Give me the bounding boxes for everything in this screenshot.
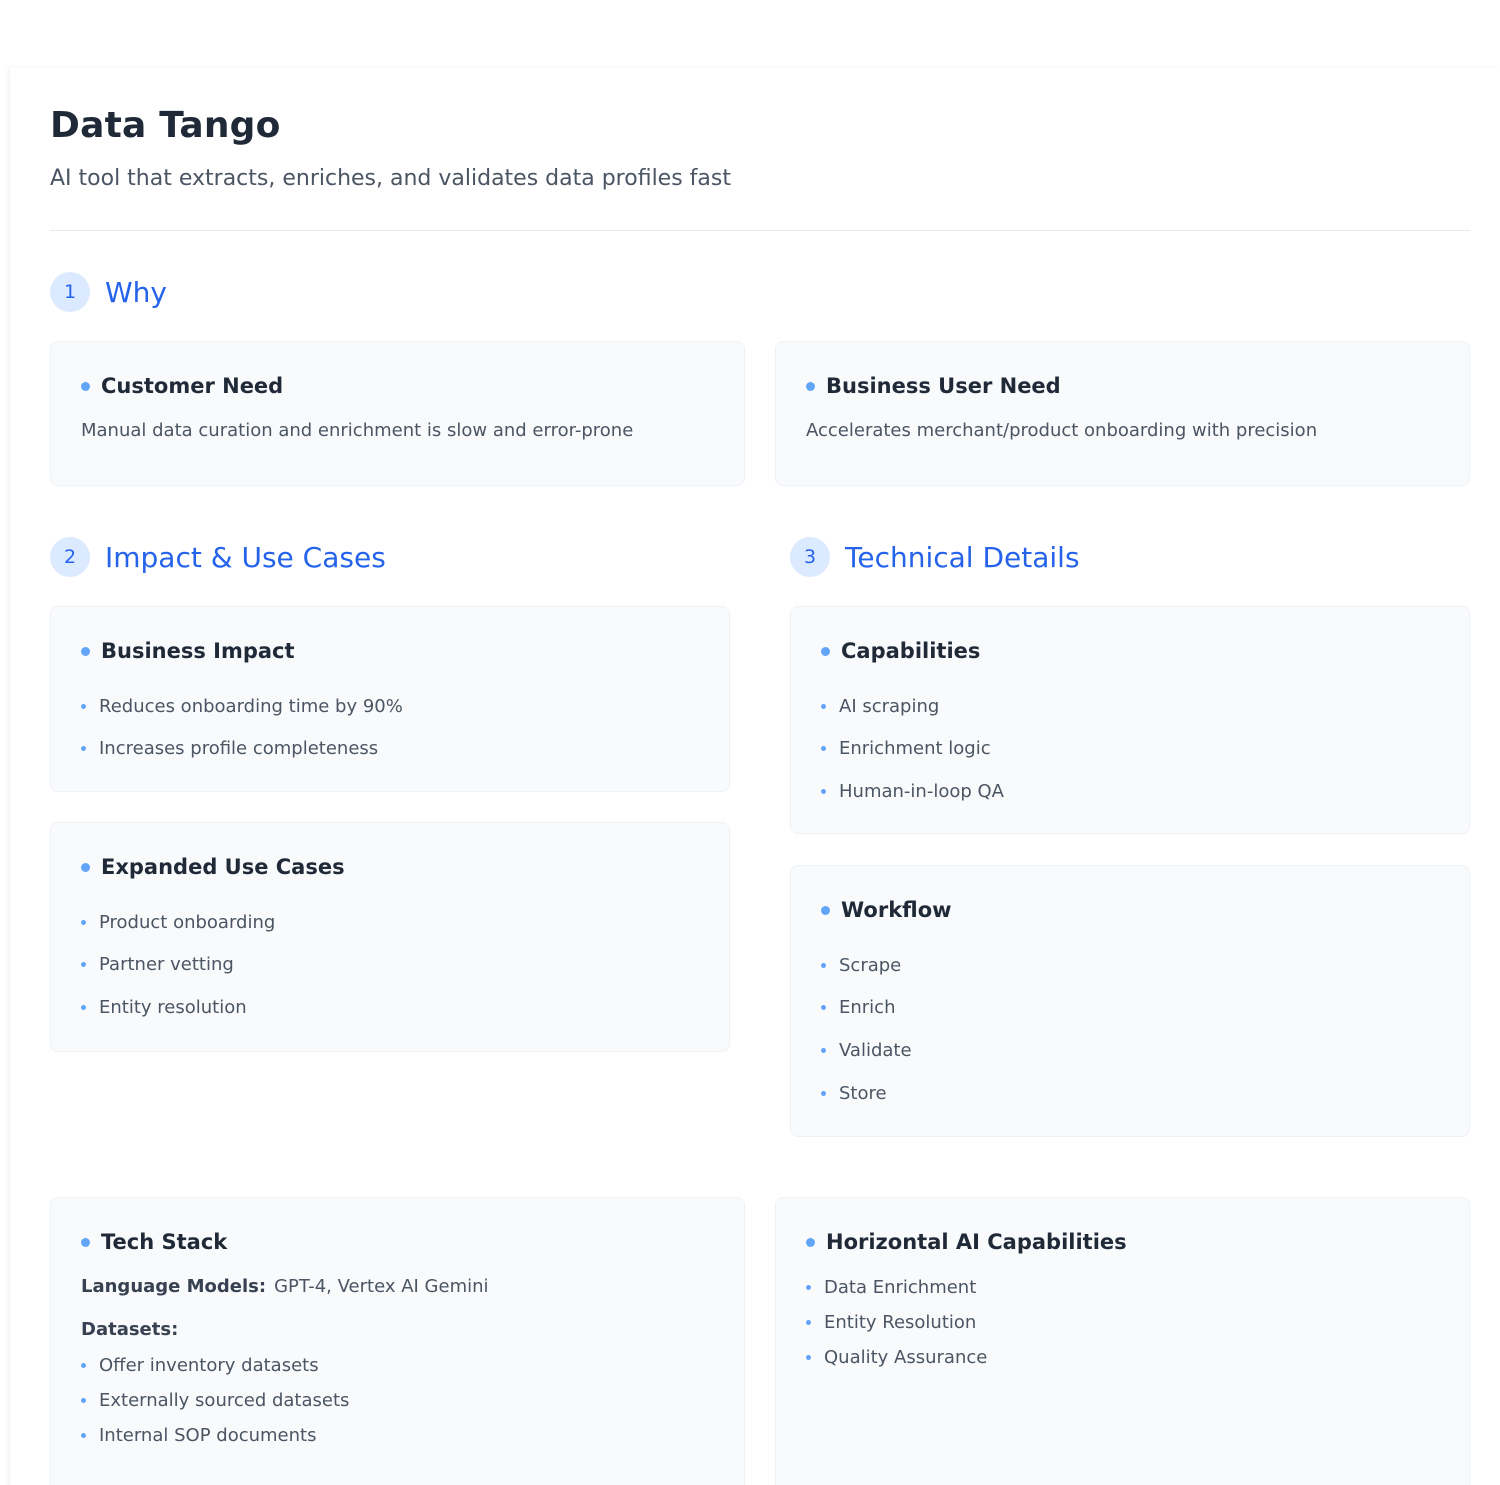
list-item: Scrape	[821, 944, 1439, 987]
list-item: Externally sourced datasets	[81, 1383, 714, 1418]
card-title: Workflow	[821, 898, 1439, 922]
horizontal-ai-card: Horizontal AI Capabilities Data Enrichme…	[775, 1197, 1470, 1485]
bullet-dot-icon	[821, 905, 830, 915]
section-number-badge: 2	[50, 537, 90, 577]
card-title: Expanded Use Cases	[81, 855, 699, 879]
card-text: Accelerates merchant/product onboarding …	[806, 420, 1318, 441]
language-models-value: GPT-4, Vertex AI Gemini	[274, 1276, 489, 1297]
section-impact-header: 2 Impact & Use Cases	[50, 537, 386, 577]
card-title: Tech Stack	[81, 1230, 714, 1254]
section-number-badge: 3	[790, 537, 830, 577]
bullet-dot-icon	[81, 746, 86, 752]
workflow-card: Workflow Scrape Enrich Validate Store	[790, 865, 1470, 1137]
bullet-dot-icon	[821, 646, 830, 656]
bullet-dot-icon	[81, 703, 86, 709]
bullet-dot-icon	[821, 1090, 826, 1096]
bullet-dot-icon	[81, 862, 90, 872]
bullet-dot-icon	[81, 646, 90, 656]
bullet-dot-icon	[81, 1004, 86, 1010]
list-item: Enrichment logic	[821, 728, 1439, 771]
list-item: Increases profile completeness	[81, 728, 699, 771]
section-why-header: 1 Why	[50, 272, 167, 312]
section-number-badge: 1	[50, 272, 90, 312]
list-item: AI scraping	[821, 685, 1439, 728]
list-item: Store	[821, 1072, 1439, 1115]
list-item: Enrich	[821, 987, 1439, 1030]
card-title: Customer Need	[81, 374, 714, 398]
language-models-label: Language Models:	[81, 1276, 267, 1297]
document-subtitle: AI tool that extracts, enriches, and val…	[50, 166, 731, 191]
bullet-dot-icon	[821, 703, 826, 709]
section-title: Why	[105, 275, 168, 309]
datasets-list: Offer inventory datasets Externally sour…	[81, 1348, 714, 1453]
list-item: Quality Assurance	[806, 1340, 1439, 1375]
bullet-dot-icon	[81, 1433, 86, 1438]
tech-stack-card: Tech Stack Language Models: GPT-4, Vertex…	[50, 1197, 745, 1485]
card-title: Horizontal AI Capabilities	[806, 1230, 1439, 1254]
bullet-dot-icon	[821, 1047, 826, 1053]
bullet-dot-icon	[81, 962, 86, 968]
list-item: Product onboarding	[81, 901, 699, 944]
document-title: Data Tango	[50, 105, 281, 146]
card-title: Capabilities	[821, 639, 1439, 663]
section-title: Technical Details	[845, 540, 1080, 574]
bullet-dot-icon	[81, 1363, 86, 1368]
bullet-dot-icon	[81, 919, 86, 925]
language-models-row: Language Models: GPT-4, Vertex AI Gemini	[81, 1276, 714, 1297]
bullet-list: Data Enrichment Entity Resolution Qualit…	[806, 1270, 1439, 1375]
capabilities-card: Capabilities AI scraping Enrichment logi…	[790, 606, 1470, 834]
card-text: Manual data curation and enrichment is s…	[81, 420, 634, 441]
list-item: Data Enrichment	[806, 1270, 1439, 1305]
list-item: Partner vetting	[81, 944, 699, 987]
list-item: Reduces onboarding time by 90%	[81, 685, 699, 728]
list-item: Validate	[821, 1029, 1439, 1072]
list-item: Human-in-loop QA	[821, 770, 1439, 813]
bullet-list: Product onboarding Partner vetting Entit…	[81, 901, 699, 1029]
datasets-label: Datasets:	[81, 1319, 179, 1340]
bullet-list: AI scraping Enrichment logic Human-in-lo…	[821, 685, 1439, 813]
business-impact-card: Business Impact Reduces onboarding time …	[50, 606, 730, 792]
bullet-dot-icon	[806, 1355, 811, 1360]
bullet-dot-icon	[81, 381, 90, 391]
bullet-dot-icon	[821, 788, 826, 794]
business-user-need-card: Business User Need Accelerates merchant/…	[775, 341, 1470, 486]
list-item: Entity resolution	[81, 986, 699, 1029]
list-item: Offer inventory datasets	[81, 1348, 714, 1383]
header-divider	[50, 230, 1470, 231]
list-item: Internal SOP documents	[81, 1418, 714, 1453]
card-title: Business User Need	[806, 374, 1439, 398]
bullet-dot-icon	[806, 381, 815, 391]
bullet-list: Scrape Enrich Validate Store	[821, 944, 1439, 1114]
bullet-dot-icon	[81, 1398, 86, 1403]
bullet-dot-icon	[806, 1285, 811, 1290]
list-item: Entity Resolution	[806, 1305, 1439, 1340]
bullet-dot-icon	[821, 746, 826, 752]
expanded-use-cases-card: Expanded Use Cases Product onboarding Pa…	[50, 822, 730, 1052]
customer-need-card: Customer Need Manual data curation and e…	[50, 341, 745, 486]
bullet-dot-icon	[821, 1005, 826, 1011]
section-title: Impact & Use Cases	[105, 540, 386, 574]
bullet-dot-icon	[821, 962, 826, 968]
section-technical-header: 3 Technical Details	[790, 537, 1080, 577]
bullet-list: Reduces onboarding time by 90% Increases…	[81, 685, 699, 770]
bullet-dot-icon	[806, 1237, 815, 1247]
bullet-dot-icon	[81, 1237, 90, 1247]
bullet-dot-icon	[806, 1320, 811, 1325]
card-title: Business Impact	[81, 639, 699, 663]
